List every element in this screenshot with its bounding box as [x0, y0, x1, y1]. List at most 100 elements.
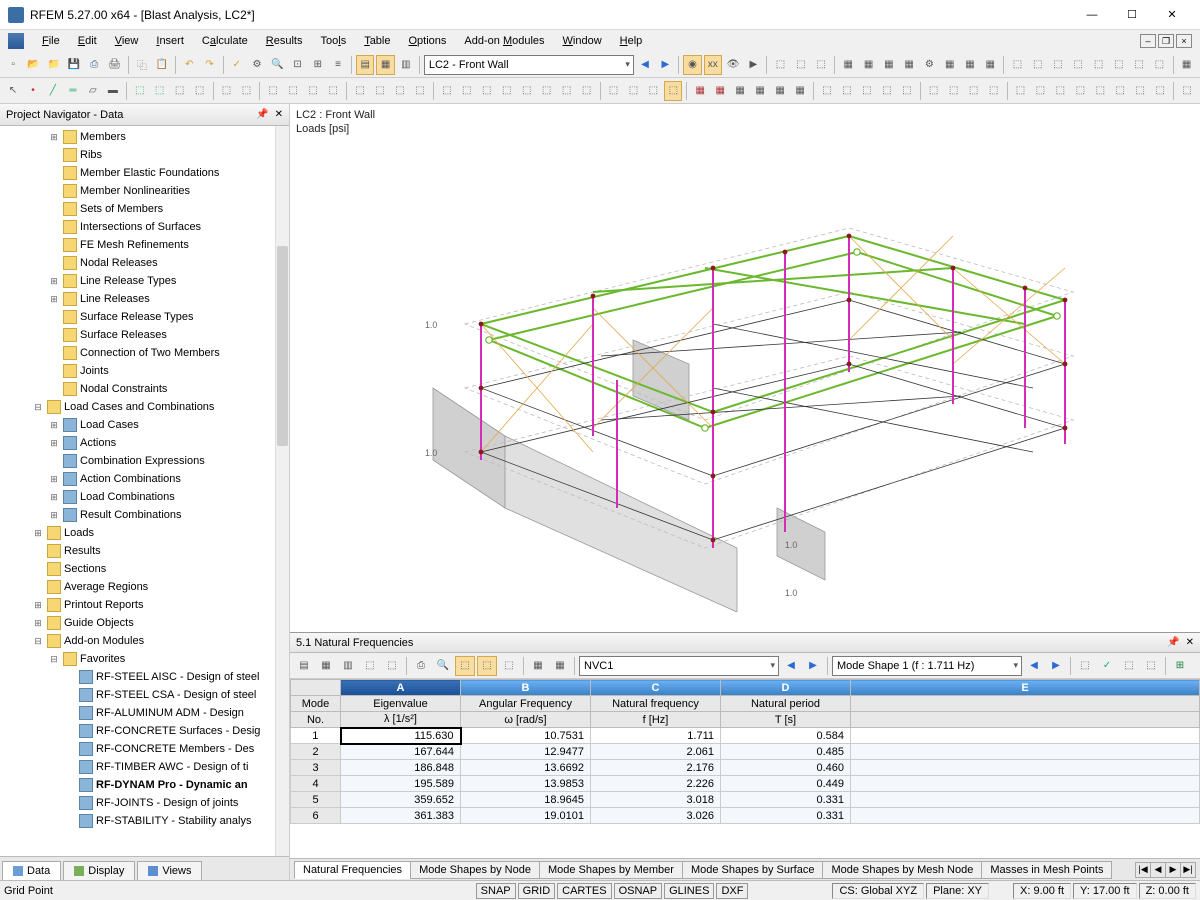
close-button[interactable]: ✕ — [1152, 1, 1192, 29]
new-icon[interactable]: ▫ — [4, 55, 22, 75]
panel-tab[interactable]: Mode Shapes by Mesh Node — [822, 861, 982, 879]
expand-icon[interactable]: ⊟ — [48, 654, 60, 665]
tab-next-icon[interactable]: ▶ — [1165, 862, 1181, 878]
fit-icon[interactable]: ⊡ — [288, 55, 306, 75]
found-icon[interactable]: ⬚ — [1150, 55, 1168, 75]
cell[interactable]: 186.848 — [341, 760, 461, 776]
cell[interactable]: 0.460 — [721, 760, 851, 776]
t2b-icon[interactable]: ⬚ — [151, 81, 169, 101]
t3l-icon[interactable]: ⬚ — [925, 81, 943, 101]
eye-icon[interactable]: 👁 — [724, 55, 742, 75]
t3u-icon[interactable]: ⬚ — [1111, 81, 1129, 101]
surf-icon[interactable]: ▱ — [84, 81, 102, 101]
anim-icon[interactable]: ▶ — [744, 55, 762, 75]
row-header[interactable]: 3 — [291, 760, 341, 776]
expand-icon[interactable]: ⊞ — [32, 600, 44, 611]
t3f-icon[interactable]: ▦ — [791, 81, 809, 101]
cell[interactable]: 2.226 — [591, 776, 721, 792]
pt-k-icon[interactable]: ▦ — [528, 656, 548, 676]
tree-node[interactable]: RF-TIMBER AWC - Design of ti — [0, 758, 289, 776]
cell[interactable]: 0.485 — [721, 744, 851, 760]
panel-pin-icon[interactable]: 📌 — [1167, 637, 1179, 648]
save-icon[interactable]: 💾 — [65, 55, 83, 75]
tree-node[interactable]: ⊟Load Cases and Combinations — [0, 398, 289, 416]
t2s-icon[interactable]: ⬚ — [518, 81, 536, 101]
t2e-icon[interactable]: ⬚ — [217, 81, 235, 101]
col-header[interactable]: E — [851, 680, 1200, 696]
expand-icon[interactable]: ⊞ — [48, 276, 60, 287]
t3r-icon[interactable]: ⬚ — [1051, 81, 1069, 101]
maximize-button[interactable]: ☐ — [1112, 1, 1152, 29]
tree-node[interactable]: Connection of Two Members — [0, 344, 289, 362]
tree-node[interactable]: Nodal Releases — [0, 254, 289, 272]
t3b-icon[interactable]: ▦ — [711, 81, 729, 101]
pt-g-icon[interactable]: 🔍 — [433, 656, 453, 676]
print-icon[interactable]: 🖨 — [105, 55, 123, 75]
steel-icon[interactable]: ⬚ — [1008, 55, 1026, 75]
tree-node[interactable]: RF-CONCRETE Surfaces - Desig — [0, 722, 289, 740]
view2-icon[interactable]: ▦ — [376, 55, 394, 75]
menu-file[interactable]: File — [34, 33, 68, 49]
osnap-toggle[interactable]: OSNAP — [614, 883, 663, 899]
undo-icon[interactable]: ↶ — [180, 55, 198, 75]
tab-first-icon[interactable]: |◀ — [1135, 862, 1151, 878]
pt-f-icon[interactable]: ⎙ — [411, 656, 431, 676]
cell[interactable]: 1.711 — [591, 728, 721, 744]
pt-p-icon[interactable]: ⬚ — [1141, 656, 1161, 676]
tool-b-icon[interactable]: ⬚ — [792, 55, 810, 75]
menu-options[interactable]: Options — [400, 33, 454, 49]
pt-n-icon[interactable]: ✓ — [1097, 656, 1117, 676]
t3o-icon[interactable]: ⬚ — [985, 81, 1003, 101]
mdi-close[interactable]: × — [1176, 34, 1192, 48]
menu-calculate[interactable]: Calculate — [194, 33, 256, 49]
menu-view[interactable]: View — [107, 33, 147, 49]
view1-icon[interactable]: ▤ — [356, 55, 374, 75]
end-icon[interactable]: ▦ — [1177, 55, 1195, 75]
menu-insert[interactable]: Insert — [148, 33, 192, 49]
grid-icon[interactable]: ⊞ — [309, 55, 327, 75]
tree-node[interactable]: ⊞Action Combinations — [0, 470, 289, 488]
t3h-icon[interactable]: ⬚ — [838, 81, 856, 101]
menu-window[interactable]: Window — [555, 33, 610, 49]
cell[interactable]: 167.644 — [341, 744, 461, 760]
t2a-icon[interactable]: ⬚ — [131, 81, 149, 101]
cell[interactable]: 2.061 — [591, 744, 721, 760]
t2z-icon[interactable]: ⬚ — [664, 81, 682, 101]
menu-addons[interactable]: Add-on Modules — [456, 33, 552, 49]
tree-node[interactable]: ⊞Actions — [0, 434, 289, 452]
col-header[interactable]: C — [591, 680, 721, 696]
t2o-icon[interactable]: ⬚ — [438, 81, 456, 101]
tree-node[interactable]: Surface Releases — [0, 326, 289, 344]
tree-node[interactable]: Member Elastic Foundations — [0, 164, 289, 182]
expand-icon[interactable]: ⊞ — [32, 528, 44, 539]
cell[interactable] — [851, 776, 1200, 792]
dxf-toggle[interactable]: DXF — [716, 883, 748, 899]
expand-icon[interactable]: ⊞ — [48, 132, 60, 143]
tree-node[interactable]: ⊞Load Combinations — [0, 488, 289, 506]
tree-node[interactable]: Ribs — [0, 146, 289, 164]
t3g-icon[interactable]: ⬚ — [818, 81, 836, 101]
line-icon[interactable]: ╱ — [44, 81, 62, 101]
t2m-icon[interactable]: ⬚ — [391, 81, 409, 101]
row-header[interactable]: 5 — [291, 792, 341, 808]
cell[interactable]: 195.589 — [341, 776, 461, 792]
tree-node[interactable]: Results — [0, 542, 289, 560]
joint-icon[interactable]: ⬚ — [1089, 55, 1107, 75]
row-header[interactable]: 1 — [291, 728, 341, 744]
nvc-next-icon[interactable]: ▶ — [803, 656, 823, 676]
tree-node[interactable]: ⊟Favorites — [0, 650, 289, 668]
tree-node[interactable]: Surface Release Types — [0, 308, 289, 326]
tree-node[interactable]: ⊞Line Releases — [0, 290, 289, 308]
t2f-icon[interactable]: ⬚ — [237, 81, 255, 101]
tree-node[interactable]: ⊞Guide Objects — [0, 614, 289, 632]
cell[interactable]: 10.7531 — [461, 728, 591, 744]
tree-node[interactable]: ⊞Load Cases — [0, 416, 289, 434]
loadcase-combo[interactable]: LC2 - Front Wall — [424, 55, 634, 75]
panel-tab[interactable]: Masses in Mesh Points — [981, 861, 1112, 879]
tree-node[interactable]: RF-STABILITY - Stability analys — [0, 812, 289, 830]
check-icon[interactable]: ✓ — [228, 55, 246, 75]
row-header[interactable]: 2 — [291, 744, 341, 760]
t2t-icon[interactable]: ⬚ — [538, 81, 556, 101]
tool-g-icon[interactable]: ▦ — [900, 55, 918, 75]
mdi-minimize[interactable]: – — [1140, 34, 1156, 48]
